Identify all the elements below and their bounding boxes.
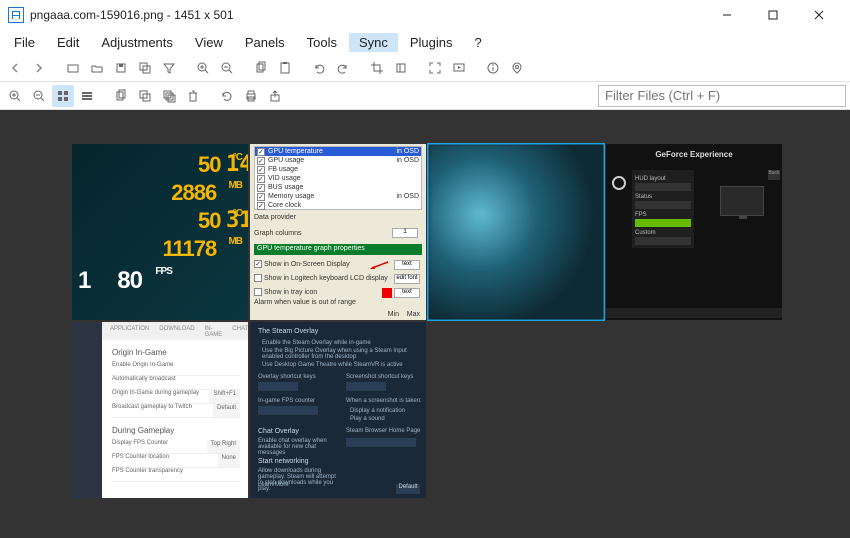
zoom-fit-icon[interactable] <box>4 85 26 107</box>
dark-sidebar <box>72 322 102 498</box>
menu-sync[interactable]: Sync <box>349 33 398 52</box>
close-button[interactable] <box>796 0 842 30</box>
taskbar <box>606 308 782 318</box>
crop-icon[interactable] <box>366 57 388 79</box>
thumbnail-item[interactable]: GPU temperaturein OSDGPU usagein OSDFB u… <box>250 144 426 320</box>
duplicate-icon[interactable] <box>110 85 132 107</box>
save-icon[interactable] <box>110 57 132 79</box>
thumbnail-item[interactable]: The Steam Overlay Enable the Steam Overl… <box>250 322 426 498</box>
window-title: pngaaa.com-159016.png - 1451 x 501 <box>30 8 234 22</box>
menu-tools[interactable]: Tools <box>297 33 347 52</box>
tabs: APPLICATIONDOWNLOADIN-GAMECHAT <box>102 322 248 340</box>
zoom-reset-icon[interactable] <box>28 85 50 107</box>
titlebar: pngaaa.com-159016.png - 1451 x 501 <box>0 0 850 30</box>
thumbnail-viewport[interactable]: 50 °C 14 2886 MB 50 °C 31 11178 MB 1 80 … <box>0 110 850 538</box>
nav-back-button[interactable] <box>4 57 26 79</box>
copy-icon[interactable] <box>250 57 272 79</box>
fps-value: 50 <box>198 152 220 177</box>
fullscreen-icon[interactable] <box>424 57 446 79</box>
print-icon[interactable] <box>240 85 262 107</box>
delete-icon[interactable] <box>182 85 204 107</box>
zoom-in-icon[interactable] <box>192 57 214 79</box>
default-button: Default <box>396 484 420 494</box>
thumbnail-item[interactable]: 50 °C 14 2886 MB 50 °C 31 11178 MB 1 80 … <box>72 144 248 320</box>
folder-icon[interactable] <box>86 57 108 79</box>
location-icon[interactable] <box>506 57 528 79</box>
view-grid-icon[interactable] <box>52 85 74 107</box>
app-icon <box>8 7 24 23</box>
nav-forward-button[interactable] <box>28 57 50 79</box>
color-swatch <box>382 288 392 298</box>
menu-adjustments[interactable]: Adjustments <box>91 33 183 52</box>
menu-view[interactable]: View <box>185 33 233 52</box>
copy-2-icon[interactable] <box>134 85 156 107</box>
paste-icon[interactable] <box>274 57 296 79</box>
redo-icon[interactable] <box>332 57 354 79</box>
refresh-icon[interactable] <box>216 85 238 107</box>
save-all-icon[interactable] <box>134 57 156 79</box>
toolbar-row-2 <box>0 82 850 110</box>
maximize-button[interactable] <box>750 0 796 30</box>
arrow-annotation-icon <box>368 260 390 270</box>
stack-icon[interactable] <box>158 85 180 107</box>
monitor-list: GPU temperaturein OSDGPU usagein OSDFB u… <box>254 146 422 210</box>
undo-icon[interactable] <box>308 57 330 79</box>
menu-plugins[interactable]: Plugins <box>400 33 463 52</box>
toolbar-row-1 <box>0 54 850 82</box>
window-controls <box>704 0 842 30</box>
filter-input[interactable] <box>598 85 846 107</box>
section-header: GPU temperature graph properties <box>254 244 422 255</box>
thumbnail-item[interactable]: APPLICATIONDOWNLOADIN-GAMECHAT Origin In… <box>72 322 248 498</box>
info-icon[interactable] <box>482 57 504 79</box>
new-folder-icon[interactable] <box>62 57 84 79</box>
export-icon[interactable] <box>264 85 286 107</box>
menubar: FileEditAdjustmentsViewPanelsToolsSyncPl… <box>0 30 850 54</box>
view-list-icon[interactable] <box>76 85 98 107</box>
menu-?[interactable]: ? <box>465 33 492 52</box>
zoom-out-icon[interactable] <box>216 57 238 79</box>
resize-icon[interactable] <box>390 57 412 79</box>
overlay-title: GeForce Experience <box>606 144 782 159</box>
monitor-preview <box>720 186 764 216</box>
menu-panels[interactable]: Panels <box>235 33 295 52</box>
minimize-button[interactable] <box>704 0 750 30</box>
thumbnail-item[interactable]: GeForce Experience HUD layoutStatusFPSCu… <box>606 144 782 320</box>
thumbnail-item-selected[interactable] <box>428 144 604 320</box>
menu-edit[interactable]: Edit <box>47 33 89 52</box>
gear-icon <box>612 176 626 190</box>
filter-icon[interactable] <box>158 57 180 79</box>
hud-panel: HUD layoutStatusFPSCustom <box>632 170 694 248</box>
slideshow-icon[interactable] <box>448 57 470 79</box>
menu-file[interactable]: File <box>4 33 45 52</box>
photo-content <box>428 144 604 320</box>
